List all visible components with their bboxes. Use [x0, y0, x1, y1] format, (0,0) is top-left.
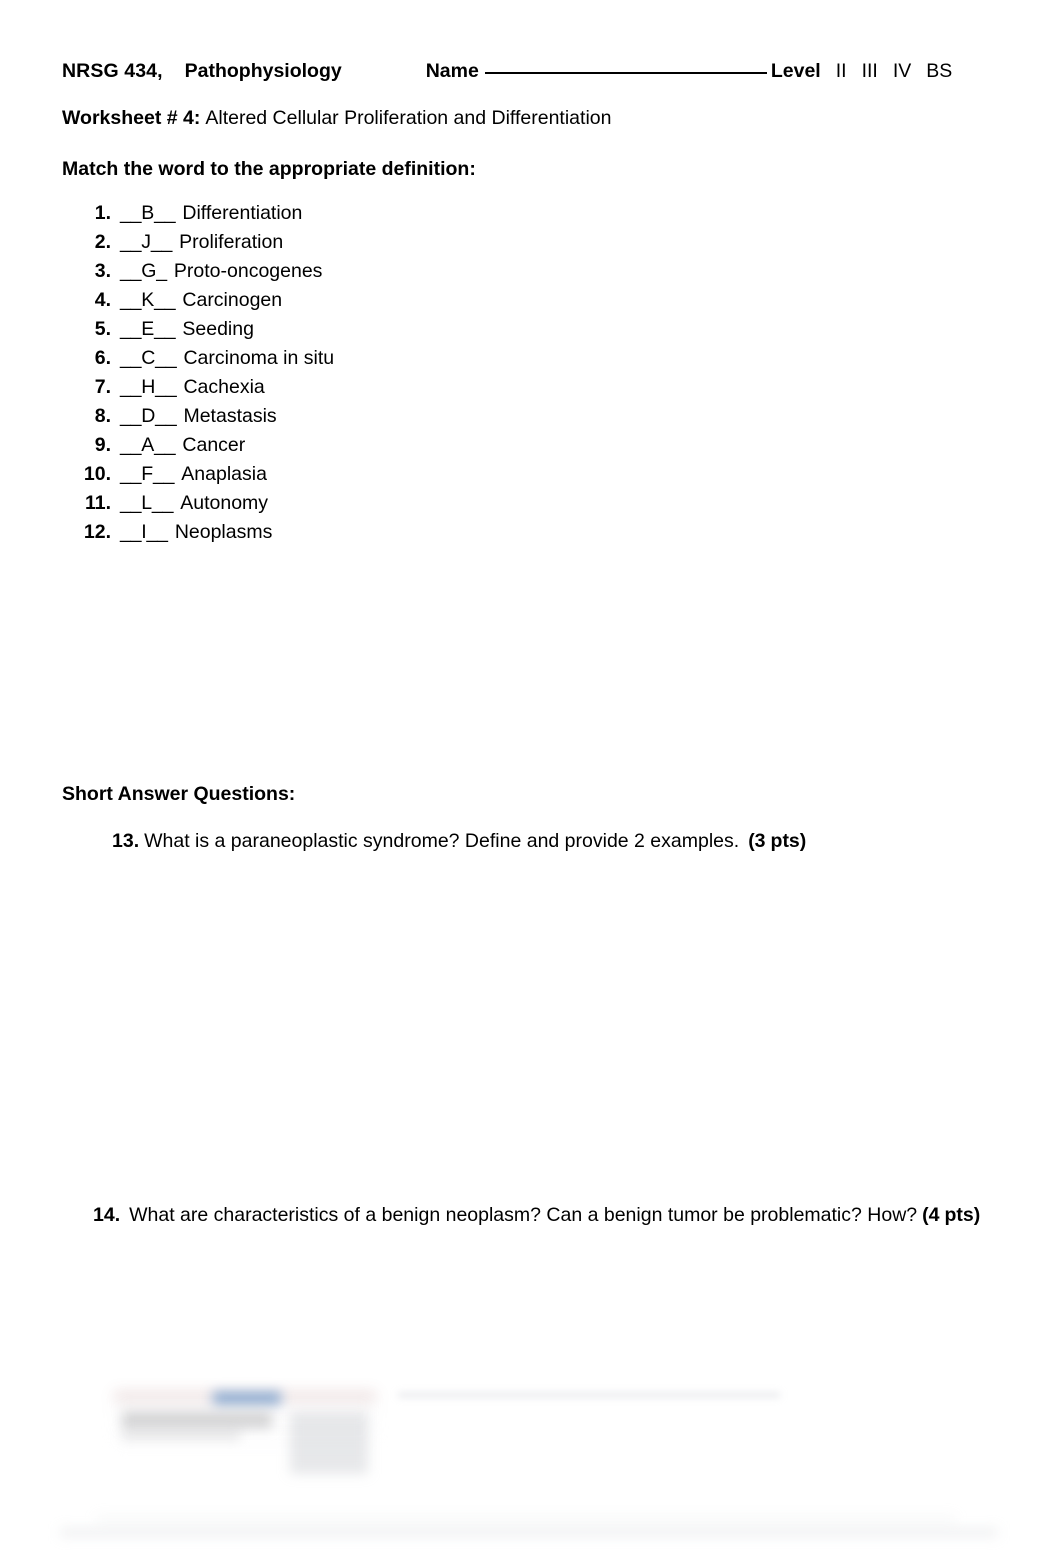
item-number: 9. [94, 434, 111, 456]
artifact-block [114, 1392, 376, 1450]
artifact-rule [60, 1528, 998, 1537]
question-number: 14. [93, 1204, 121, 1226]
worksheet-topic: Altered Cellular Proliferation and Diffe… [205, 107, 612, 129]
item-answer-blank[interactable]: __D__ [120, 402, 177, 431]
item-answer-blank[interactable]: __C__ [120, 344, 177, 373]
item-term: Neoplasms [174, 521, 273, 543]
item-number: 11. [84, 492, 111, 514]
level-option-ii[interactable]: II [836, 60, 847, 82]
item-term: Proto-oncogenes [173, 260, 323, 282]
list-item: 9. __A__ Cancer [62, 431, 662, 460]
short-answer-heading: Short Answer Questions: [62, 783, 296, 805]
item-term: Anaplasia [181, 463, 267, 485]
artifact-text-smudge [122, 1430, 240, 1440]
question-points-close: pts) [944, 1204, 981, 1226]
list-item: 2. __J__ Proliferation [62, 228, 662, 257]
level-option-iv[interactable]: IV [893, 60, 911, 82]
item-term: Autonomy [180, 492, 269, 514]
matching-list: 1. __B__ Differentiation 2. __J__ Proliferat… [62, 199, 662, 547]
item-term: Carcinogen [182, 289, 283, 311]
question-points-open: (4 [922, 1204, 940, 1226]
course-code: NRSG 434, [62, 60, 163, 82]
item-number: 10. [83, 463, 111, 485]
item-number: 12. [83, 521, 111, 543]
list-item: 3. __G_ Proto-oncogenes [62, 257, 662, 286]
item-term: Metastasis [183, 405, 277, 427]
item-number: 3. [94, 260, 111, 282]
item-number: 4. [94, 289, 111, 311]
level-option-iii[interactable]: III [862, 60, 878, 82]
item-answer-blank[interactable]: __K__ [120, 286, 176, 315]
item-answer-blank[interactable]: __F__ [120, 460, 174, 489]
item-term: Seeding [182, 318, 254, 340]
question-text: What is a paraneoplastic syndrome? Defin… [144, 830, 740, 852]
item-answer-blank[interactable]: __G_ [120, 257, 167, 286]
level-label: Level [770, 60, 821, 82]
list-item: 5. __E__ Seeding [62, 315, 662, 344]
artifact-rule [398, 1393, 780, 1397]
list-item: 12. __I__ Neoplasms [62, 518, 662, 547]
list-item: 4. __K__ Carcinogen [62, 286, 662, 315]
item-term: Cancer [182, 434, 246, 456]
item-term: Cachexia [183, 376, 265, 398]
question-text: What are characteristics of a benign neo… [129, 1204, 918, 1226]
worksheet-title: Worksheet # 4: Altered Cellular Prolifera… [62, 105, 611, 131]
question-points-close: pts) [770, 830, 807, 852]
list-item: 11. __L__ Autonomy [62, 489, 662, 518]
artifact-text-smudge [122, 1412, 272, 1428]
list-item: 10. __F__ Anaplasia [62, 460, 662, 489]
artifact-rule [96, 1516, 956, 1522]
question-13: 13. What is a paraneoplastic syndrome? De… [112, 827, 806, 855]
item-answer-blank[interactable]: __J__ [120, 228, 172, 257]
list-item: 7. __H__ Cachexia [62, 373, 662, 402]
question-number: 13. [112, 830, 140, 852]
item-number: 7. [94, 376, 111, 398]
item-number: 2. [94, 231, 111, 253]
artifact-accent-bar [213, 1392, 281, 1404]
list-item: 8. __D__ Metastasis [62, 402, 662, 431]
name-label: Name [425, 60, 479, 82]
item-number: 1. [94, 202, 111, 224]
item-answer-blank[interactable]: __B__ [120, 199, 176, 228]
item-term: Carcinoma in situ [183, 347, 335, 369]
item-number: 6. [94, 347, 111, 369]
list-item: 1. __B__ Differentiation [62, 199, 662, 228]
item-answer-blank[interactable]: __A__ [120, 431, 176, 460]
item-number: 5. [94, 318, 111, 340]
document-page: NRSG 434, Pathophysiology Name Level II III IV… [0, 0, 1062, 1556]
item-answer-blank[interactable]: __H__ [120, 373, 177, 402]
matching-instruction: Match the word to the appropriate defini… [62, 158, 476, 180]
blurred-footer-artifact [0, 1330, 1062, 1556]
artifact-swatch [290, 1412, 368, 1474]
item-answer-blank[interactable]: __E__ [120, 315, 176, 344]
item-answer-blank[interactable]: __I__ [120, 518, 168, 547]
list-item: 6. __C__ Carcinoma in situ [62, 344, 662, 373]
document-header: NRSG 434, Pathophysiology Name Level II III IV… [62, 58, 1002, 84]
item-term: Proliferation [179, 231, 284, 253]
course-name: Pathophysiology [184, 60, 342, 82]
worksheet-label: Worksheet # 4: [62, 107, 201, 129]
item-answer-blank[interactable]: __L__ [120, 489, 173, 518]
question-points-open: (3 [748, 830, 766, 852]
name-input-line[interactable] [484, 59, 767, 74]
level-option-bs[interactable]: BS [926, 60, 952, 82]
item-number: 8. [94, 405, 111, 427]
question-14: 14. What are characteristics of a benign … [93, 1201, 980, 1229]
item-term: Differentiation [182, 202, 303, 224]
